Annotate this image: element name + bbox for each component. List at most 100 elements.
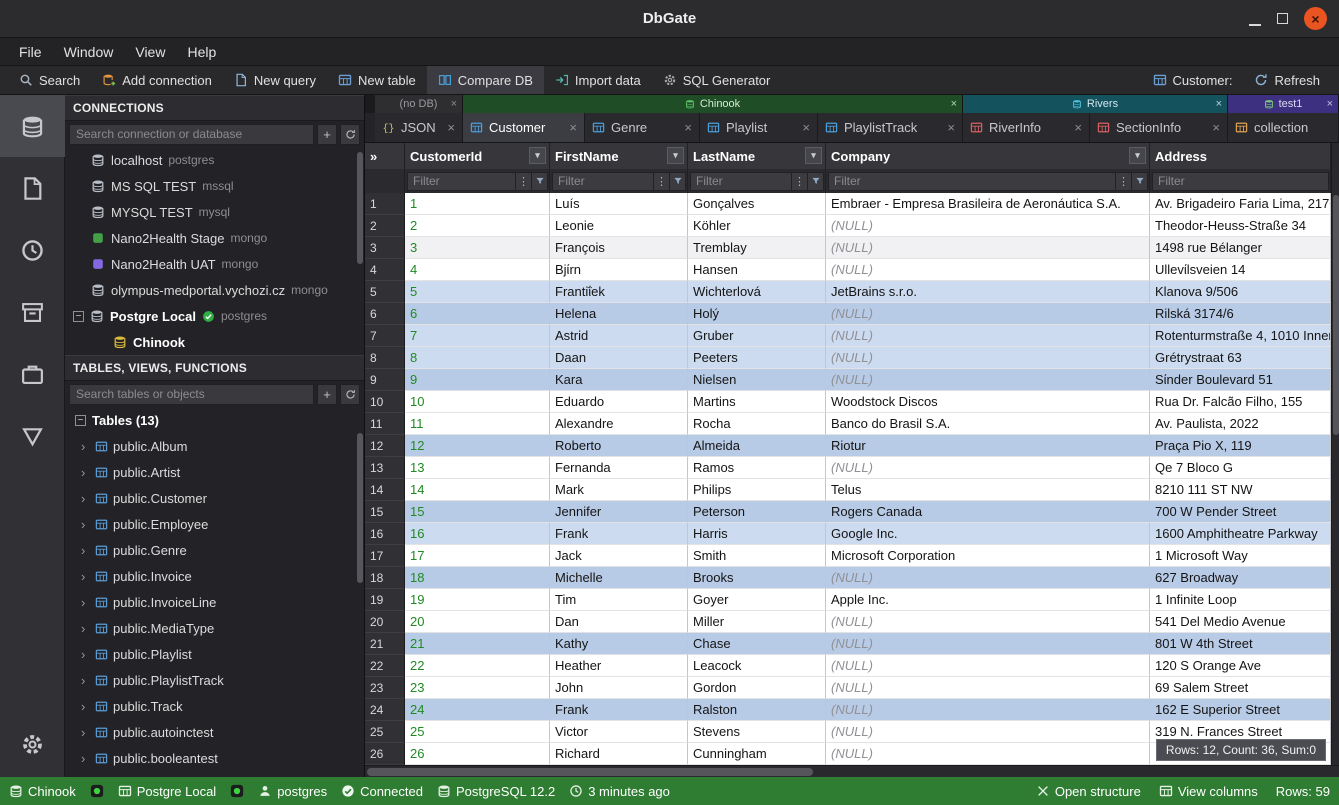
tab-sectioninfo[interactable]: SectionInfo× [1090,113,1228,142]
close-icon[interactable]: × [569,120,577,135]
grid-cell[interactable]: Eduardo [550,391,688,413]
grid-cell[interactable]: (NULL) [826,677,1150,699]
grid-cell[interactable]: Rilská 3174/6 [1150,303,1331,325]
grid-cell[interactable]: Fernanda [550,457,688,479]
tab-playlist[interactable]: Playlist× [700,113,818,142]
toolbar-add-connection[interactable]: Add connection [91,66,223,94]
column-menu-icon[interactable]: ▾ [805,147,822,164]
grid-cell[interactable]: 1498 rue Bélanger [1150,237,1331,259]
grid-cell[interactable]: 9 [405,369,550,391]
grid-cell[interactable]: Gruber [688,325,826,347]
grid-cell[interactable]: Philips [688,479,826,501]
column-header-address[interactable]: Address [1150,143,1331,169]
grid-cell[interactable]: Rogers Canada [826,501,1150,523]
grid-cell[interactable]: (NULL) [826,743,1150,765]
grid-cell[interactable]: Heather [550,655,688,677]
connection-item[interactable]: olympus-medportal.vychozi.czmongo [65,277,364,303]
grid-cell[interactable]: (NULL) [826,721,1150,743]
grid-cell[interactable]: 25 [405,721,550,743]
row-number[interactable]: 5 [365,281,405,303]
row-number[interactable]: 23 [365,677,405,699]
connection-item[interactable]: −Postgre Localpostgres [65,303,364,329]
grid-cell[interactable]: Rotenturmstraße 4, 1010 Innere Stadt [1150,325,1331,347]
grid-cell[interactable]: 15 [405,501,550,523]
connection-item[interactable]: Nano2Health Stagemongo [65,225,364,251]
vertical-scrollbar[interactable] [1331,143,1339,765]
grid-cell[interactable]: Chase [688,633,826,655]
activity-database-button[interactable] [0,95,65,157]
grid-cell[interactable]: Woodstock Discos [826,391,1150,413]
grid-cell[interactable]: Luís [550,193,688,215]
connection-item[interactable]: MS SQL TESTmssql [65,173,364,199]
grid-cell[interactable]: (NULL) [826,369,1150,391]
row-number[interactable]: 26 [365,743,405,765]
refresh-connections-button[interactable] [340,124,360,145]
grid-cell[interactable]: Helena [550,303,688,325]
tab-playlisttrack[interactable]: PlaylistTrack× [818,113,963,142]
table-item[interactable]: ›public.MediaType [65,615,364,641]
grid-cell[interactable]: 7 [405,325,550,347]
column-header-firstname[interactable]: FirstName▾ [550,143,688,169]
grid-cell[interactable]: Rua Dr. Falcão Filho, 155 [1150,391,1331,413]
horizontal-scrollbar-thumb[interactable] [367,768,813,776]
row-number[interactable]: 22 [365,655,405,677]
connections-scrollbar[interactable] [357,152,363,264]
menu-file[interactable]: File [8,44,53,60]
column-header-lastname[interactable]: LastName▾ [688,143,826,169]
grid-cell[interactable]: Peeters [688,347,826,369]
activity-briefcase-button[interactable] [0,343,65,405]
grid-cell[interactable]: 5 [405,281,550,303]
filter-input-lastname[interactable] [690,172,792,191]
filter-funnel-icon[interactable] [808,172,824,191]
grid-cell[interactable]: Frantiΐek [550,281,688,303]
grid-cell[interactable]: Mark [550,479,688,501]
grid-cell[interactable]: 19 [405,589,550,611]
close-icon[interactable]: × [1074,120,1082,135]
grid-cell[interactable]: Roberto [550,435,688,457]
grid-cell[interactable]: Klanova 9/506 [1150,281,1331,303]
grid-cell[interactable]: (NULL) [826,259,1150,281]
grid-cell[interactable]: Smith [688,545,826,567]
menu-view[interactable]: View [124,44,176,60]
row-number[interactable]: 1 [365,193,405,215]
grid-cell[interactable]: Miller [688,611,826,633]
grid-cell[interactable]: 4 [405,259,550,281]
connection-item[interactable]: Nano2Health UATmongo [65,251,364,277]
filter-menu-icon[interactable]: ⋮ [654,172,670,191]
grid-cell[interactable]: Victor [550,721,688,743]
grid-cell[interactable]: Microsoft Corporation [826,545,1150,567]
grid-cell[interactable]: (NULL) [826,215,1150,237]
row-number[interactable]: 16 [365,523,405,545]
grid-cell[interactable]: 541 Del Medio Avenue [1150,611,1331,633]
table-item[interactable]: ›public.Employee [65,511,364,537]
filter-funnel-icon[interactable] [670,172,686,191]
grid-cell[interactable]: 21 [405,633,550,655]
row-number[interactable]: 10 [365,391,405,413]
table-item[interactable]: ›public.booleantest [65,745,364,771]
close-button[interactable]: × [1304,7,1327,30]
close-icon[interactable]: × [1212,120,1220,135]
row-number[interactable]: 18 [365,567,405,589]
grid-cell[interactable]: 17 [405,545,550,567]
row-number[interactable]: 14 [365,479,405,501]
table-item[interactable]: ›public.Genre [65,537,364,563]
grid-cell[interactable]: 11 [405,413,550,435]
grid-cell[interactable]: Brooks [688,567,826,589]
activity-archive-button[interactable] [0,281,65,343]
row-number[interactable]: 9 [365,369,405,391]
grid-cell[interactable]: 14 [405,479,550,501]
grid-cell[interactable]: Ralston [688,699,826,721]
grid-cell[interactable]: Grétrystraat 63 [1150,347,1331,369]
connection-item[interactable]: Chinook [65,329,364,355]
row-number[interactable]: 19 [365,589,405,611]
tab-genre[interactable]: Genre× [585,113,700,142]
grid-cell[interactable]: Ramos [688,457,826,479]
table-item[interactable]: ›public.InvoiceLine [65,589,364,615]
grid-cell[interactable]: Qe 7 Bloco G [1150,457,1331,479]
grid-cell[interactable]: Rocha [688,413,826,435]
table-item[interactable]: ›public.Artist [65,459,364,485]
close-icon[interactable]: × [684,120,692,135]
column-menu-icon[interactable]: ▾ [667,147,684,164]
grid-cell[interactable]: Köhler [688,215,826,237]
toolbar-sql-generator[interactable]: SQL Generator [652,66,782,94]
